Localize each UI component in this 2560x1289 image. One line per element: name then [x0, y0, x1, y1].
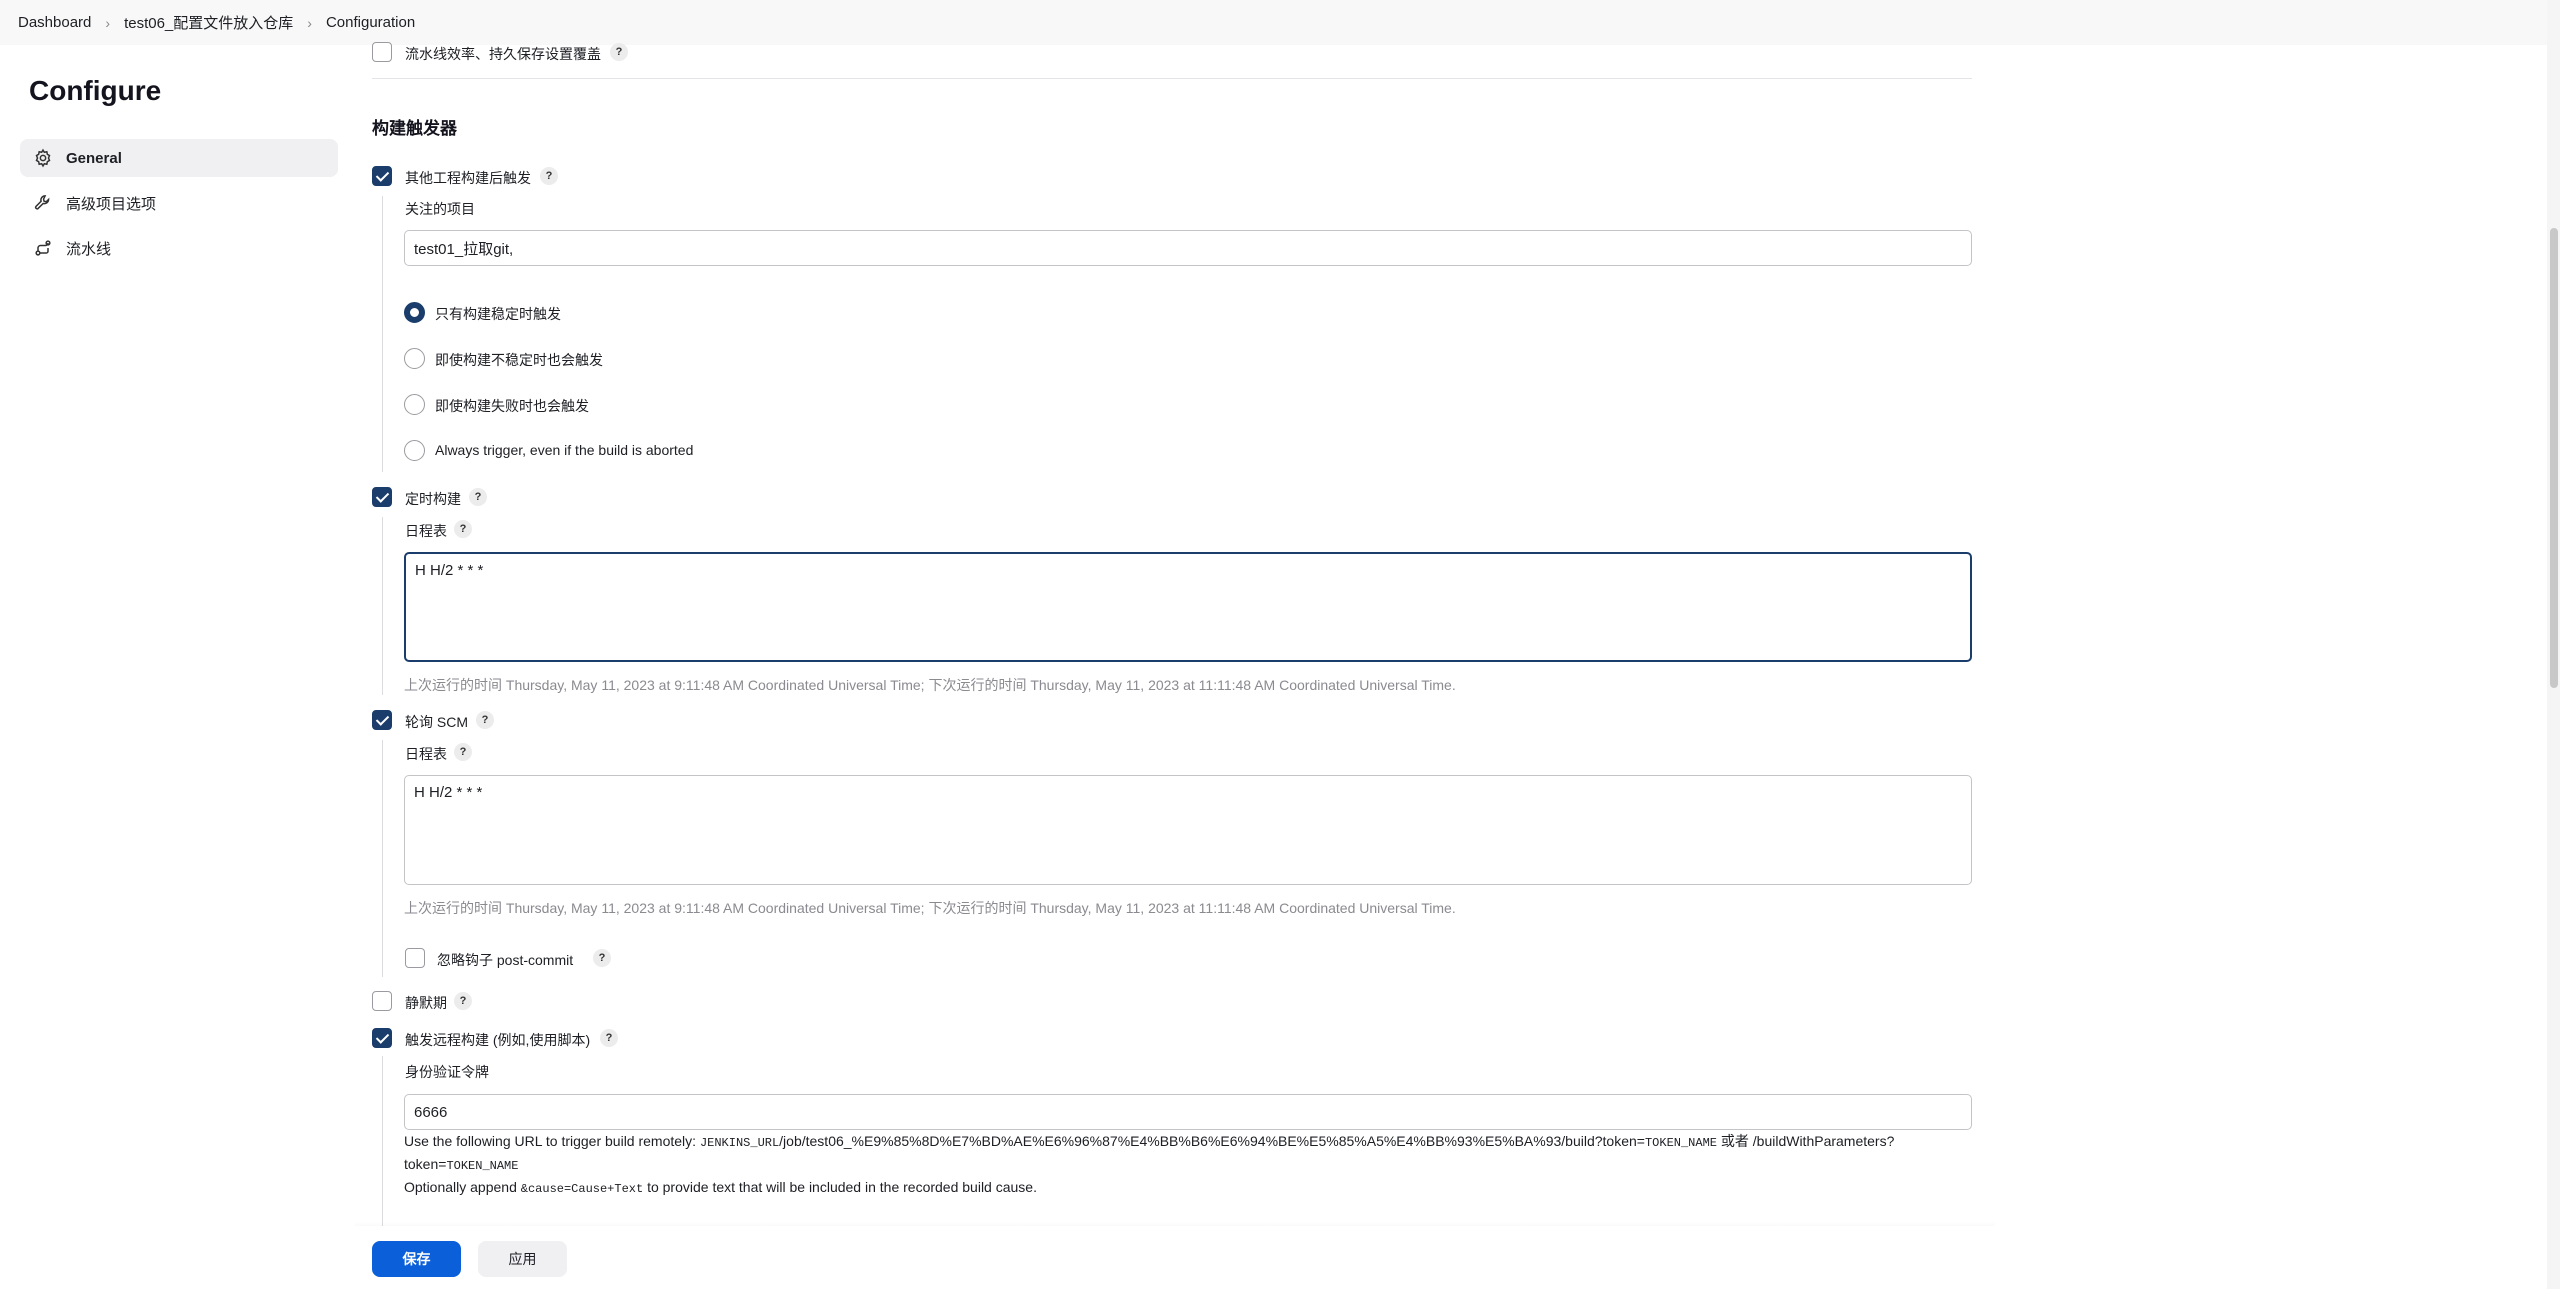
scm-poll-checkbox[interactable] — [372, 710, 392, 730]
quiet-period-label: 静默期 — [405, 995, 447, 1011]
nested-guide-line — [382, 196, 383, 472]
apply-button[interactable]: 应用 — [478, 1241, 567, 1277]
chevron-right-icon: › — [307, 14, 312, 31]
projects-input[interactable] — [404, 230, 1972, 266]
desc-text: to provide text that will be included in… — [643, 1179, 1037, 1195]
pipeline-durability-checkbox[interactable] — [372, 42, 392, 62]
radio-unstable[interactable] — [404, 348, 425, 369]
help-icon[interactable]: ? — [540, 167, 558, 185]
remote-trigger-checkbox[interactable] — [372, 1028, 392, 1048]
radio-stable-only-label: 只有构建稳定时触发 — [435, 306, 561, 322]
desc-code: TOKEN_NAME — [1644, 1136, 1717, 1150]
pipeline-durability-label: 流水线效率、持久保存设置覆盖 — [405, 46, 601, 62]
sidebar-item-label: General — [66, 149, 122, 167]
scm-schedule-textarea[interactable]: H H/2 * * * — [404, 775, 1972, 885]
build-triggers-title: 构建触发器 — [372, 119, 457, 138]
section-divider — [372, 78, 1972, 79]
desc-text: Use the following URL to trigger build r… — [404, 1133, 700, 1149]
help-icon[interactable]: ? — [600, 1029, 618, 1047]
desc-code: TOKEN_NAME — [446, 1159, 519, 1173]
quiet-period-checkbox[interactable] — [372, 991, 392, 1011]
auth-token-label: 身份验证令牌 — [405, 1064, 489, 1080]
timer-trigger-checkbox[interactable] — [372, 487, 392, 507]
config-form: 流水线效率、持久保存设置覆盖 ? 构建触发器 其他工程构建后触发 ? 关注的项目… — [372, 0, 1972, 1289]
scm-schedule-label: 日程表 — [405, 746, 447, 762]
timer-schedule-hint: 上次运行的时间 Thursday, May 11, 2023 at 9:11:4… — [404, 677, 1456, 693]
sidebar-item-general[interactable]: General — [20, 139, 338, 177]
help-icon[interactable]: ? — [454, 743, 472, 761]
ignore-post-commit-checkbox[interactable] — [405, 948, 425, 968]
desc-text: /job/test06_%E9%85%8D%E7%BD%AE%E6%96%87%… — [779, 1133, 1645, 1149]
help-icon[interactable]: ? — [469, 488, 487, 506]
radio-failed-label: 即使构建失败时也会触发 — [435, 398, 589, 414]
breadcrumb-dashboard[interactable]: Dashboard — [18, 14, 91, 31]
sidebar-item-label: 流水线 — [66, 240, 112, 258]
page-title: Configure — [29, 75, 162, 106]
chevron-right-icon: › — [105, 14, 111, 31]
remote-trigger-description: Use the following URL to trigger build r… — [404, 1131, 1974, 1200]
scm-schedule-hint: 上次运行的时间 Thursday, May 11, 2023 at 9:11:4… — [404, 900, 1456, 916]
desc-text: Optionally append — [404, 1179, 521, 1195]
save-button[interactable]: 保存 — [372, 1241, 461, 1277]
projects-label: 关注的项目 — [405, 201, 475, 217]
upstream-trigger-label: 其他工程构建后触发 — [405, 170, 531, 186]
help-icon[interactable]: ? — [610, 43, 628, 61]
radio-always[interactable] — [404, 440, 425, 461]
nested-guide-line — [382, 740, 383, 977]
sidebar-item-advanced[interactable]: 高级项目选项 — [20, 184, 338, 222]
pipeline-icon — [32, 237, 54, 259]
upstream-trigger-checkbox[interactable] — [372, 166, 392, 186]
help-icon[interactable]: ? — [454, 992, 472, 1010]
radio-unstable-label: 即使构建不稳定时也会触发 — [435, 352, 603, 368]
remote-trigger-label: 触发远程构建 (例如,使用脚本) — [405, 1032, 591, 1048]
form-footer: 保存 应用 — [0, 1226, 2560, 1289]
sidebar-item-pipeline[interactable]: 流水线 — [20, 229, 338, 267]
desc-code: JENKINS_URL — [699, 1136, 780, 1150]
radio-always-label: Always trigger, even if the build is abo… — [435, 442, 694, 458]
nested-guide-line — [382, 517, 383, 695]
auth-token-input[interactable] — [404, 1094, 1972, 1130]
help-icon[interactable]: ? — [476, 711, 494, 729]
radio-failed[interactable] — [404, 394, 425, 415]
breadcrumb-job[interactable]: test06_配置文件放入仓库 — [124, 12, 293, 33]
timer-schedule-label: 日程表 — [405, 523, 447, 539]
gear-icon — [32, 147, 54, 169]
timer-schedule-textarea[interactable]: H H/2 * * * — [404, 552, 1972, 662]
timer-trigger-label: 定时构建 — [405, 491, 461, 507]
ignore-post-commit-label: 忽略钩子 post-commit — [437, 952, 574, 968]
wrench-icon — [32, 192, 54, 214]
help-icon[interactable]: ? — [593, 949, 611, 967]
sidebar-item-label: 高级项目选项 — [66, 195, 157, 213]
scm-poll-label: 轮询 SCM — [405, 714, 468, 730]
desc-code: &cause=Cause+Text — [520, 1182, 644, 1196]
radio-stable-only[interactable] — [404, 302, 425, 323]
nested-guide-line — [382, 1056, 383, 1226]
scrollbar-thumb[interactable] — [2550, 228, 2558, 688]
help-icon[interactable]: ? — [454, 520, 472, 538]
